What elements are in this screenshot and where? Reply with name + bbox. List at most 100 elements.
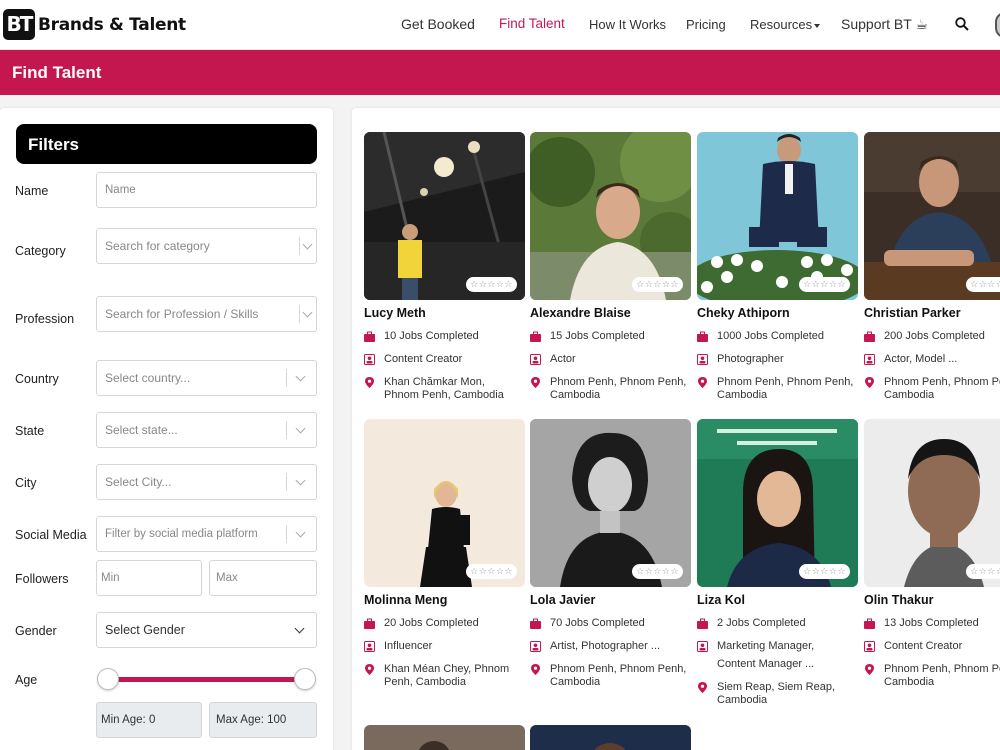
max-age-value: Max Age: 100 [216, 714, 287, 726]
talent-name[interactable]: Olin Thakur [864, 593, 933, 607]
rating-stars: ☆☆☆☆☆ [966, 564, 1000, 579]
talent-photo[interactable] [364, 725, 525, 750]
chevron-down-icon [295, 371, 306, 382]
talent-name[interactable]: Lucy Meth [364, 306, 426, 320]
id-badge-icon [364, 641, 375, 652]
location-line-2: Cambodia [884, 676, 935, 688]
talent-photo[interactable]: ☆☆☆☆☆ [697, 132, 858, 300]
name-input[interactable]: Name [96, 172, 317, 208]
talent-photo[interactable] [530, 725, 691, 750]
followers-max-input[interactable]: Max [209, 560, 317, 596]
gender-select[interactable]: Select Gender [96, 612, 317, 648]
talent-name[interactable]: Cheky Athiporn [697, 306, 790, 320]
talent-name[interactable]: Christian Parker [864, 306, 961, 320]
age-slider-max-handle[interactable] [294, 668, 316, 690]
social-media-select[interactable]: Filter by social media platform [96, 516, 317, 552]
talent-name[interactable]: Lola Javier [530, 593, 595, 607]
social-media-placeholder: Filter by social media platform [105, 528, 258, 540]
talent-card[interactable]: ☆☆☆☆☆ Liza Kol 2 Jobs Completed Marketin… [697, 419, 858, 709]
jobs-completed: 15 Jobs Completed [550, 330, 645, 342]
location-line-1: Phnom Penh, Phnom Penh, [717, 376, 854, 388]
country-select[interactable]: Select country... [96, 360, 317, 396]
rating-stars: ☆☆☆☆☆ [966, 277, 1000, 292]
followers-min-input[interactable]: Min [96, 560, 202, 596]
talent-photo[interactable]: ☆☆☆☆☆ [864, 419, 1000, 587]
location-line-1: Khan Chămkar Mon, [384, 376, 485, 388]
jobs-completed: 20 Jobs Completed [384, 617, 479, 629]
state-placeholder: Select state... [105, 423, 178, 437]
age-slider-track[interactable] [108, 677, 305, 682]
location-line-2: Penh, Cambodia [384, 676, 466, 688]
followers-max-placeholder: Max [216, 572, 238, 584]
brand-logo[interactable]: BT Brands & Talent [3, 9, 186, 40]
jobs-completed: 70 Jobs Completed [550, 617, 645, 629]
location-line-2: Cambodia [884, 389, 935, 401]
name-placeholder: Name [105, 184, 136, 196]
followers-label: Followers [15, 572, 69, 586]
id-badge-icon [697, 354, 708, 365]
talent-name[interactable]: Liza Kol [697, 593, 745, 607]
category-placeholder: Search for category [105, 239, 210, 253]
chevron-down-icon [294, 623, 305, 634]
talent-card[interactable]: ☆☆☆☆☆ Olin Thakur 13 Jobs Completed Cont… [864, 419, 1000, 689]
map-pin-icon [365, 664, 374, 675]
profession: Influencer [384, 640, 433, 652]
select-separator [286, 473, 287, 491]
talent-card[interactable]: ☆☆☆☆☆ Molinna Meng 20 Jobs Completed Inf… [364, 419, 525, 689]
briefcase-icon [864, 618, 875, 629]
talent-card[interactable]: ☆☆☆☆☆ Lola Javier 70 Jobs Completed Arti… [530, 419, 691, 689]
talent-card[interactable]: ☆☆☆☆☆ Christian Parker 200 Jobs Complete… [864, 132, 1000, 402]
state-select[interactable]: Select state... [96, 412, 317, 448]
rating-stars: ☆☆☆☆☆ [799, 564, 850, 579]
talent-photo[interactable]: ☆☆☆☆☆ [364, 419, 525, 587]
location-line-2: Cambodia [717, 694, 768, 706]
talent-photo[interactable]: ☆☆☆☆☆ [697, 419, 858, 587]
profession: Artist, Photographer ... [550, 640, 661, 652]
nav-find-talent[interactable]: Find Talent [499, 16, 565, 31]
nav-pricing[interactable]: Pricing [686, 17, 726, 32]
category-select[interactable]: Search for category [96, 228, 317, 264]
max-age-field: Max Age: 100 [209, 702, 317, 738]
id-badge-icon [530, 641, 541, 652]
profession: Actor [550, 353, 576, 365]
id-badge-icon [864, 641, 875, 652]
talent-name[interactable]: Molinna Meng [364, 593, 447, 607]
chevron-down-icon [295, 423, 306, 434]
state-label: State [15, 424, 45, 438]
talent-photo[interactable]: ☆☆☆☆☆ [530, 419, 691, 587]
nav-resources-dropdown[interactable]: Resources [750, 17, 821, 32]
talent-photo[interactable]: ☆☆☆☆☆ [364, 132, 525, 300]
briefcase-icon [697, 331, 708, 342]
city-select[interactable]: Select City... [96, 464, 317, 500]
filters-title: Filters [16, 124, 317, 164]
nav-get-booked[interactable]: Get Booked [401, 16, 475, 32]
profession-label: Profession [15, 312, 75, 326]
nav-support[interactable]: Support BT ☕ [841, 16, 928, 33]
profession-select[interactable]: Search for Profession / Skills [96, 296, 317, 332]
talent-card[interactable]: ☆☆☆☆☆ Lucy Meth 10 Jobs Completed Conten… [364, 132, 525, 402]
id-badge-icon [697, 641, 708, 652]
location-line-2: Cambodia [550, 676, 601, 688]
gender-label: Gender [15, 624, 57, 638]
profession: Content Creator [884, 640, 963, 652]
select-separator [286, 421, 287, 439]
profession: Marketing Manager, [717, 640, 815, 652]
chevron-down-icon [295, 475, 306, 486]
chevron-down-icon [295, 527, 306, 538]
location-line-2: Cambodia [717, 389, 768, 401]
talent-photo[interactable]: ☆☆☆☆☆ [530, 132, 691, 300]
briefcase-icon [530, 618, 541, 629]
age-slider-min-handle[interactable] [97, 668, 119, 690]
nav-resources-label: Resources [750, 17, 813, 32]
user-avatar[interactable] [995, 12, 1000, 38]
jobs-completed: 13 Jobs Completed [884, 617, 979, 629]
talent-card[interactable]: ☆☆☆☆☆ Alexandre Blaise 15 Jobs Completed… [530, 132, 691, 402]
talent-photo[interactable]: ☆☆☆☆☆ [864, 132, 1000, 300]
nav-how-it-works[interactable]: How It Works [589, 17, 666, 32]
search-icon[interactable] [955, 17, 969, 31]
location-line-2: Cambodia [550, 389, 601, 401]
talent-name[interactable]: Alexandre Blaise [530, 306, 631, 320]
talent-card[interactable]: ☆☆☆☆☆ Cheky Athiporn 1000 Jobs Completed… [697, 132, 858, 402]
map-pin-icon [698, 682, 707, 693]
select-separator [299, 305, 300, 323]
